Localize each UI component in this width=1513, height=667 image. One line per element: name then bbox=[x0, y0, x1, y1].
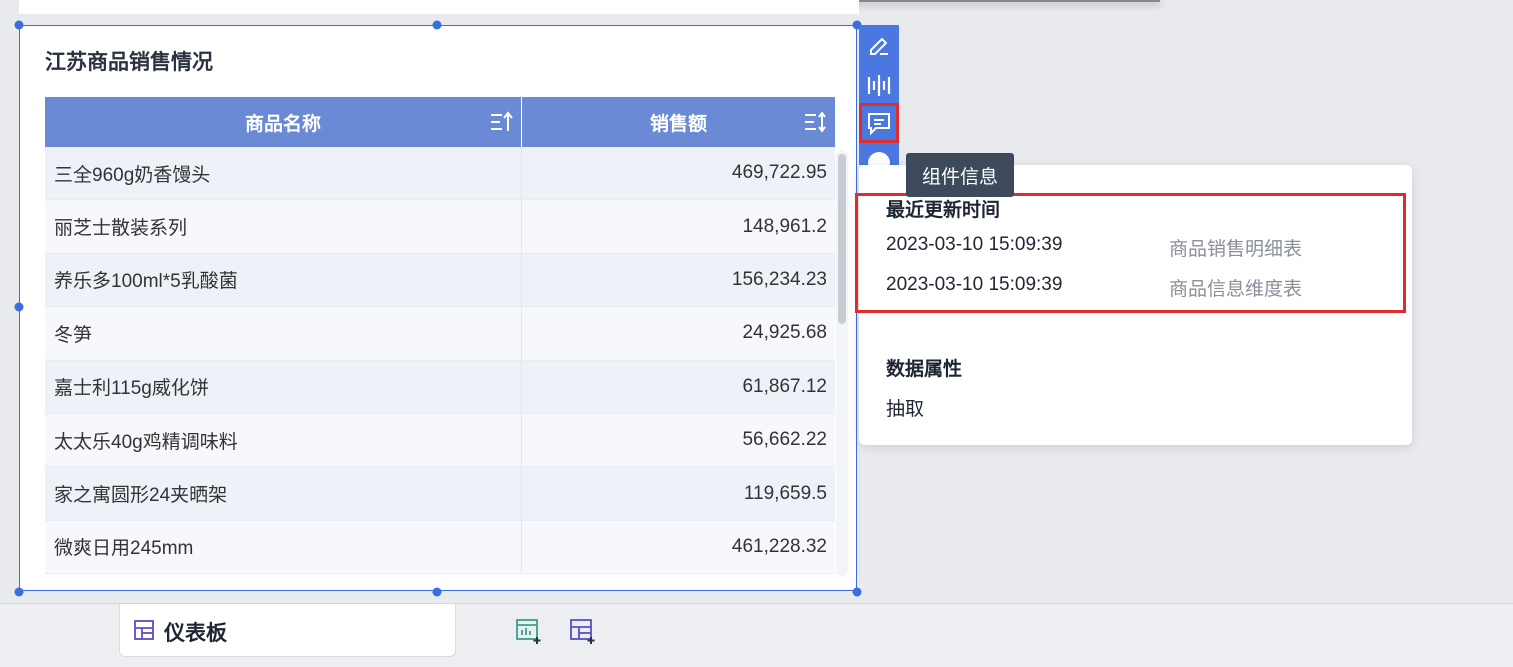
table-row[interactable]: 微爽日用245mm 461,228.32 bbox=[45, 520, 835, 575]
cell-product: 三全960g奶香馒头 bbox=[45, 147, 522, 200]
cell-sales: 119,659.5 bbox=[743, 482, 827, 504]
table-row[interactable]: 丽芝士散装系列 148,961.2 bbox=[45, 200, 835, 254]
data-attribute-value: 抽取 bbox=[886, 399, 925, 420]
scrollbar-thumb[interactable] bbox=[838, 154, 846, 324]
bottom-bar: 仪表板 bbox=[0, 603, 1513, 667]
table-row[interactable]: 太太乐40g鸡精调味料 56,662.22 bbox=[45, 413, 835, 468]
cell-sales: 156,234.23 bbox=[731, 268, 827, 290]
cell-sales: 24,925.68 bbox=[742, 322, 827, 344]
cell-sales: 148,961.2 bbox=[742, 215, 827, 237]
dashboard-tab[interactable]: 仪表板 bbox=[119, 604, 456, 657]
cell-product: 微爽日用245mm bbox=[45, 520, 522, 574]
dashboard-icon bbox=[134, 620, 154, 640]
resize-handle-left[interactable] bbox=[14, 302, 24, 312]
column-header-sales[interactable]: 销售额 bbox=[522, 97, 835, 147]
column-header-label: 商品名称 bbox=[244, 113, 321, 135]
sales-table-widget[interactable]: 江苏商品销售情况 商品名称 销售额 三全960g奶香馒头 469,722.95 … bbox=[19, 25, 857, 591]
table-row[interactable]: 三全960g奶香馒头 469,722.95 bbox=[45, 147, 835, 201]
cell-sales: 56,662.22 bbox=[742, 429, 827, 451]
sales-table: 商品名称 销售额 三全960g奶香馒头 469,722.95 丽芝士散装系列 1… bbox=[45, 97, 835, 575]
resize-handle-bottom[interactable] bbox=[432, 587, 442, 597]
chart-columns-icon bbox=[867, 75, 891, 96]
cell-product: 丽芝士散装系列 bbox=[45, 200, 522, 253]
previous-widget bbox=[19, 0, 859, 14]
add-chart-icon[interactable] bbox=[515, 617, 543, 645]
cell-sales: 61,867.12 bbox=[742, 375, 827, 397]
component-info-button[interactable] bbox=[859, 103, 899, 143]
tooltip: 组件信息 bbox=[906, 153, 1014, 197]
data-attribute-heading: 数据属性 bbox=[886, 359, 963, 380]
cell-product: 冬笋 bbox=[45, 307, 522, 360]
column-header-product[interactable]: 商品名称 bbox=[45, 97, 522, 147]
edit-icon bbox=[870, 37, 888, 55]
cell-sales: 469,722.95 bbox=[731, 162, 827, 184]
dashboard-tab-label: 仪表板 bbox=[164, 622, 227, 645]
cell-product: 太太乐40g鸡精调味料 bbox=[45, 413, 522, 467]
sort-ascending-icon[interactable] bbox=[489, 110, 513, 134]
cell-sales: 461,228.32 bbox=[731, 535, 827, 557]
sort-both-icon[interactable] bbox=[803, 110, 827, 134]
table-row[interactable]: 冬笋 24,925.68 bbox=[45, 307, 835, 361]
resize-handle-top[interactable] bbox=[432, 20, 442, 30]
resize-handle-top-left[interactable] bbox=[14, 20, 24, 30]
table-row[interactable]: 家之寓圆形24夹晒架 119,659.5 bbox=[45, 467, 835, 521]
comment-icon bbox=[868, 113, 890, 136]
highlight-box bbox=[855, 193, 1406, 313]
edit-button[interactable] bbox=[859, 25, 899, 65]
column-header-label: 销售额 bbox=[649, 113, 707, 135]
table-header: 商品名称 销售额 bbox=[45, 97, 835, 147]
table-scrollbar[interactable] bbox=[836, 150, 848, 576]
cell-product: 养乐多100ml*5乳酸菌 bbox=[45, 253, 522, 307]
table-row[interactable]: 嘉士利115g威化饼 61,867.12 bbox=[45, 360, 835, 414]
widget-title: 江苏商品销售情况 bbox=[45, 51, 213, 74]
resize-handle-bottom-right[interactable] bbox=[852, 587, 862, 597]
widget-toolbar bbox=[859, 25, 899, 169]
chart-columns-button[interactable] bbox=[859, 65, 899, 105]
cell-product: 家之寓圆形24夹晒架 bbox=[45, 467, 522, 520]
table-row[interactable]: 养乐多100ml*5乳酸菌 156,234.23 bbox=[45, 253, 835, 308]
globe-button[interactable] bbox=[859, 143, 899, 169]
cell-product: 嘉士利115g威化饼 bbox=[45, 360, 522, 413]
add-dashboard-icon[interactable] bbox=[569, 617, 597, 645]
resize-handle-bottom-left[interactable] bbox=[14, 587, 24, 597]
